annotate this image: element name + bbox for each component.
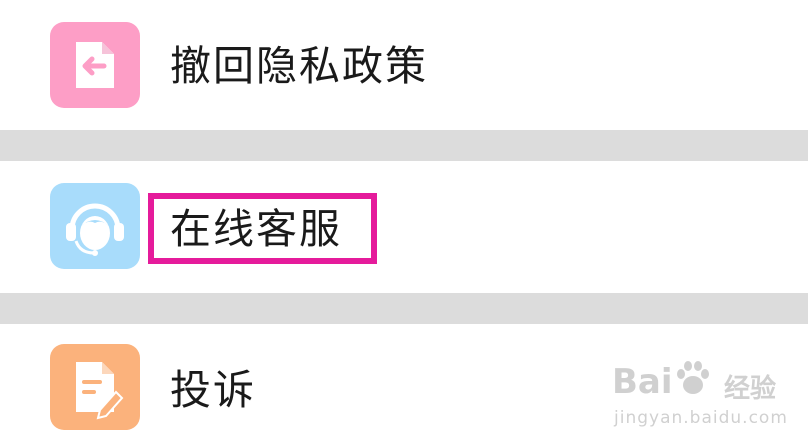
watermark-url: jingyan.baidu.com xyxy=(614,408,788,428)
revoke-document-icon xyxy=(50,22,140,108)
section-divider xyxy=(0,130,808,161)
menu-item-revoke-privacy[interactable]: 撤回隐私政策 xyxy=(0,0,808,130)
baidu-jingyan-watermark: Bai 经验 jingyan.baidu.com xyxy=(612,358,787,438)
menu-item-label: 撤回隐私政策 xyxy=(170,42,428,90)
highlight-box xyxy=(148,193,377,264)
complaint-edit-document-icon xyxy=(50,344,140,430)
menu-item-online-service[interactable]: 在线客服 xyxy=(0,161,808,293)
watermark-brand-left: Bai xyxy=(612,362,673,402)
section-divider xyxy=(0,293,808,324)
paw-logo-icon xyxy=(674,358,712,398)
watermark-brand-right: 经验 xyxy=(724,374,777,404)
customer-service-headset-icon xyxy=(50,183,140,269)
menu-item-label: 投诉 xyxy=(170,366,256,414)
